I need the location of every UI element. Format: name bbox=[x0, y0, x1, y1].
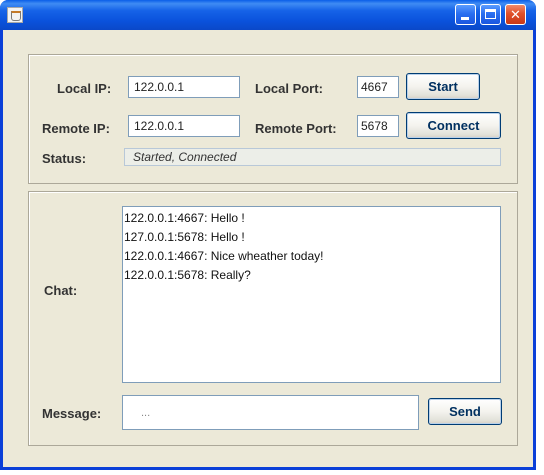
send-button[interactable]: Send bbox=[428, 398, 502, 425]
start-button[interactable]: Start bbox=[406, 73, 480, 100]
remote-port-field[interactable]: 5678 bbox=[357, 115, 399, 137]
local-ip-field[interactable]: 122.0.0.1 bbox=[128, 76, 240, 98]
chat-message: 127.0.0.1:5678: Hello ! bbox=[124, 230, 245, 244]
connect-button[interactable]: Connect bbox=[406, 112, 501, 139]
close-button[interactable]: ✕ bbox=[505, 4, 526, 25]
local-port-label: Local Port: bbox=[255, 81, 323, 96]
minimize-button[interactable] bbox=[455, 4, 476, 25]
local-port-field[interactable]: 4667 bbox=[357, 76, 399, 98]
java-coffee-cup-icon[interactable] bbox=[7, 7, 23, 23]
remote-port-label: Remote Port: bbox=[255, 121, 337, 136]
chat-log[interactable]: 122.0.0.1:4667: Hello ! 127.0.0.1:5678: … bbox=[122, 206, 501, 383]
close-icon: ✕ bbox=[510, 7, 521, 22]
chat-message: 122.0.0.1:4667: Nice wheather today! bbox=[124, 249, 324, 263]
minimize-icon bbox=[461, 17, 469, 20]
title-bar[interactable]: ✕ bbox=[0, 0, 536, 30]
maximize-button[interactable] bbox=[480, 4, 501, 25]
remote-ip-label: Remote IP: bbox=[42, 121, 110, 136]
status-field: Started, Connected bbox=[124, 148, 501, 166]
message-input[interactable]: ... bbox=[122, 395, 419, 430]
status-label: Status: bbox=[42, 151, 87, 166]
chat-message: 122.0.0.1:5678: Really? bbox=[124, 268, 251, 282]
maximize-icon bbox=[485, 9, 496, 19]
chat-label: Chat: bbox=[44, 283, 78, 298]
remote-ip-field[interactable]: 122.0.0.1 bbox=[128, 115, 240, 137]
local-ip-label: Local IP: bbox=[57, 81, 112, 96]
chat-message: 122.0.0.1:4667: Hello ! bbox=[124, 211, 245, 225]
message-label: Message: bbox=[42, 406, 102, 421]
